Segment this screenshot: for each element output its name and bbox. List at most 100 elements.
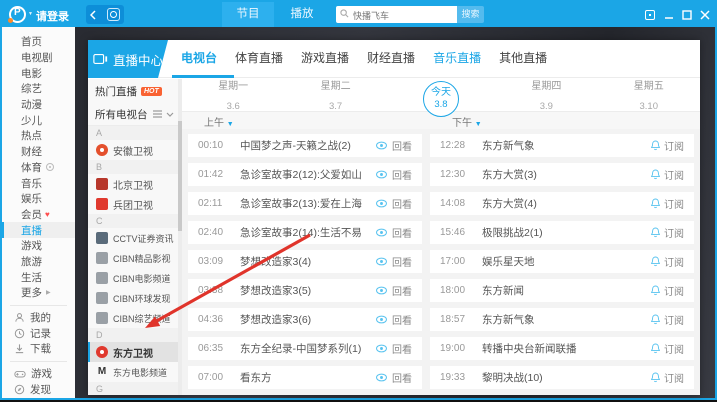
live-tabs: 电视台 体育直播 游戏直播 财经直播 音乐直播 其他直播 <box>172 40 556 78</box>
search-input[interactable] <box>336 8 457 25</box>
playback-button[interactable]: 回看 <box>375 254 412 269</box>
tab-tv-stations[interactable]: 电视台 <box>172 40 226 78</box>
sidebar-item-game-center[interactable]: 游戏 <box>2 366 75 382</box>
subscribe-button[interactable]: 订阅 <box>651 196 684 211</box>
sidebar-item-variety[interactable]: 综艺 <box>2 81 75 97</box>
subscribe-button[interactable]: 订阅 <box>651 225 684 240</box>
playback-button[interactable]: 回看 <box>375 341 412 356</box>
channel-cctv-securities[interactable]: CCTV证券资讯 <box>88 228 182 248</box>
sidebar-item-sports[interactable]: 体育 <box>2 160 75 176</box>
playback-button[interactable]: 回看 <box>375 283 412 298</box>
sidebar-item-lifestyle[interactable]: 生活 <box>2 269 75 285</box>
channel-group-letter: B <box>88 160 182 174</box>
playback-button[interactable]: 回看 <box>375 312 412 327</box>
vip-heart-icon: ♥ <box>45 210 50 219</box>
sidebar-item-games[interactable]: 游戏 <box>2 238 75 254</box>
maximize-icon[interactable] <box>681 9 693 20</box>
skin-icon[interactable] <box>644 9 656 20</box>
list-icon[interactable] <box>153 110 162 118</box>
tab-game-live[interactable]: 游戏直播 <box>292 40 358 78</box>
sidebar-item-travel[interactable]: 旅游 <box>2 254 75 270</box>
sidebar-item-home[interactable]: 首页 <box>2 34 75 50</box>
channel-cibn-3[interactable]: CIBN环球发现 <box>88 288 182 308</box>
afternoon-header[interactable]: 下午 ▼ <box>452 114 482 129</box>
channel-dragon-tv-selected[interactable]: 东方卫视 <box>88 342 182 362</box>
channel-logo-icon <box>96 346 108 358</box>
tab-finance-live[interactable]: 财经直播 <box>358 40 424 78</box>
channel-anhui[interactable]: 安徽卫视 <box>88 140 182 160</box>
eye-icon <box>375 228 388 237</box>
program-row: 01:42急诊室故事2(12):父爱如山回看 <box>188 163 422 186</box>
search-button[interactable]: 搜索 <box>457 6 484 23</box>
tab-programs[interactable]: 节目 <box>222 2 274 27</box>
hot-live-entry[interactable]: 热门直播 HOT <box>88 79 182 103</box>
date-tuesday[interactable]: 星期二3.7 <box>321 75 351 115</box>
playback-button[interactable]: 回看 <box>375 138 412 153</box>
sidebar-item-finance[interactable]: 财经 <box>2 144 75 160</box>
sidebar-item-live[interactable]: 直播 <box>2 222 75 238</box>
subscribe-button[interactable]: 订阅 <box>651 254 684 269</box>
channel-bingtuan[interactable]: 兵团卫视 <box>88 194 182 214</box>
logo-letter: P <box>14 7 21 18</box>
channel-logo-icon: M <box>96 366 108 378</box>
app-logo-icon[interactable]: P <box>9 6 26 23</box>
sidebar-item-vip[interactable]: 会员♥ <box>2 207 75 223</box>
subscribe-button[interactable]: 订阅 <box>651 167 684 182</box>
playback-button[interactable]: 回看 <box>375 225 412 240</box>
sidebar-item-more[interactable]: 更多▶ <box>2 285 75 301</box>
channel-logo-icon <box>96 178 108 190</box>
date-thursday[interactable]: 星期四3.9 <box>531 75 561 115</box>
refresh-icon[interactable] <box>107 8 120 21</box>
channel-logo-icon <box>96 292 108 304</box>
playback-button[interactable]: 回看 <box>375 196 412 211</box>
sidebar-item-tv-series[interactable]: 电视剧 <box>2 50 75 66</box>
subscribe-button[interactable]: 订阅 <box>651 138 684 153</box>
tab-music-live[interactable]: 音乐直播 <box>424 40 490 78</box>
channel-cibn-4[interactable]: CIBN综艺频道 <box>88 308 182 328</box>
channel-dongfang-movie[interactable]: M东方电影频道 <box>88 362 182 382</box>
sidebar-item-anime[interactable]: 动漫 <box>2 97 75 113</box>
program-row: 15:46极限挑战2(1)订阅 <box>430 221 694 244</box>
sidebar-item-kids[interactable]: 少儿 <box>2 112 75 128</box>
sidebar-item-music[interactable]: 音乐 <box>2 175 75 191</box>
subscribe-button[interactable]: 订阅 <box>651 312 684 327</box>
sidebar-item-history[interactable]: 记录 <box>2 325 75 341</box>
channel-list: 热门直播 HOT 所有电视台 A 安徽卫视 B 北京卫视 兵团卫视 C CCTV… <box>88 79 182 395</box>
subscribe-button[interactable]: 订阅 <box>651 370 684 385</box>
eye-icon <box>375 373 388 382</box>
channel-cibn-1[interactable]: CIBN精品影视 <box>88 248 182 268</box>
playback-button[interactable]: 回看 <box>375 167 412 182</box>
sidebar-item-mine[interactable]: 我的 <box>2 310 75 326</box>
eye-icon <box>375 286 388 295</box>
date-today[interactable]: 今天3.8 <box>423 81 459 117</box>
tab-other-live[interactable]: 其他直播 <box>490 40 556 78</box>
close-icon[interactable] <box>699 9 711 20</box>
sidebar-item-entertainment[interactable]: 娱乐 <box>2 191 75 207</box>
compass-icon <box>14 384 25 395</box>
date-friday[interactable]: 星期五3.10 <box>634 75 664 115</box>
sidebar-item-hot[interactable]: 热点 <box>2 128 75 144</box>
tab-player[interactable]: 播放 <box>276 2 328 27</box>
playback-button[interactable]: 回看 <box>375 370 412 385</box>
program-row: 17:00娱乐星天地订阅 <box>430 250 694 273</box>
morning-header[interactable]: 上午 ▼ <box>204 114 234 129</box>
back-icon[interactable] <box>90 10 96 20</box>
subscribe-button[interactable]: 订阅 <box>651 283 684 298</box>
subscribe-button[interactable]: 订阅 <box>651 341 684 356</box>
channel-beijing[interactable]: 北京卫视 <box>88 174 182 194</box>
chevron-down-icon[interactable] <box>166 112 174 117</box>
sidebar-item-discover[interactable]: 发现 <box>2 381 75 397</box>
all-channels-header[interactable]: 所有电视台 <box>88 103 182 126</box>
minimize-icon[interactable] <box>663 9 675 20</box>
tab-sports-live[interactable]: 体育直播 <box>226 40 292 78</box>
program-row: 18:00东方新闻订阅 <box>430 279 694 302</box>
logo-dropdown-caret-icon[interactable]: ▼ <box>28 11 33 17</box>
channel-logo-icon <box>96 232 108 244</box>
sidebar-item-movies[interactable]: 电影 <box>2 65 75 81</box>
gamepad-icon <box>14 369 26 379</box>
channel-cibn-2[interactable]: CIBN电影频道 <box>88 268 182 288</box>
date-monday[interactable]: 星期一3.6 <box>218 75 248 115</box>
login-link[interactable]: 请登录 <box>36 8 69 24</box>
eye-icon <box>375 199 388 208</box>
sidebar-item-download[interactable]: 下载 <box>2 341 75 357</box>
